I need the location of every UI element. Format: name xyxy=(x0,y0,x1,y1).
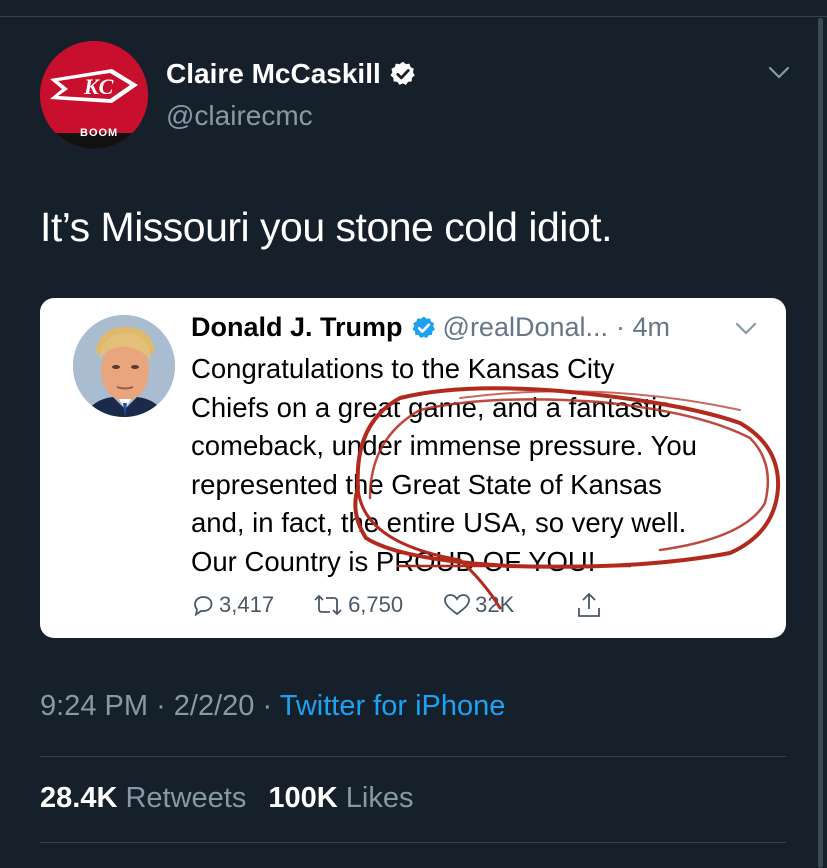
tweet-source-link[interactable]: Twitter for iPhone xyxy=(280,690,506,722)
top-divider xyxy=(0,16,827,17)
chevron-down-icon[interactable] xyxy=(768,66,790,80)
reply-button[interactable]: 3,417 xyxy=(191,592,274,618)
like-button[interactable]: 32K xyxy=(443,592,514,618)
divider xyxy=(40,756,786,757)
tweet-text: It’s Missouri you stone cold idiot. xyxy=(40,204,612,250)
quoted-text-line: Congratulations to the Kansas City xyxy=(191,353,615,384)
meta-separator: · xyxy=(156,690,166,722)
tweet-date: 2/2/20 xyxy=(173,690,255,722)
author-name-row[interactable]: Claire McCaskill xyxy=(166,58,417,90)
likes-count: 100K xyxy=(268,782,338,814)
tweet-metadata: 9:24 PM · 2/2/20 · Twitter for iPhone xyxy=(40,690,505,723)
quoted-text-line: and, in fact, the entire USA, so very we… xyxy=(191,507,687,538)
reply-icon xyxy=(194,596,213,617)
like-count: 32K xyxy=(475,592,515,617)
retweet-icon xyxy=(314,594,342,616)
tweet-time: 9:24 PM xyxy=(40,690,148,722)
quoted-text-line: Chiefs on a great game, and a fantastic xyxy=(191,391,672,423)
likes-label: Likes xyxy=(345,782,414,814)
meta-separator: · xyxy=(262,690,273,722)
quoted-author-avatar xyxy=(73,315,175,417)
quoted-action-bar: 3,417 6,750 32K xyxy=(191,591,606,619)
quoted-author-name[interactable]: Donald J. Trump xyxy=(191,312,403,343)
scrollbar[interactable] xyxy=(818,18,823,868)
retweets-label: Retweets xyxy=(125,782,247,814)
retweets-stat[interactable]: 28.4K Retweets xyxy=(40,782,254,814)
avatar-caption: BOOM xyxy=(80,127,119,139)
retweet-count: 6,750 xyxy=(348,592,404,617)
author-avatar[interactable]: KC BOOM xyxy=(40,41,148,149)
divider xyxy=(40,842,786,843)
quoted-text-line: Our Country is PROUD OF YOU! xyxy=(191,545,596,577)
author-handle[interactable]: @clairecmc xyxy=(166,100,313,132)
quoted-text-line: comeback, under immense pressure. You xyxy=(191,430,697,461)
reply-count: 3,417 xyxy=(219,592,275,617)
verified-badge-icon xyxy=(390,61,415,85)
quoted-header[interactable]: Donald J. Trump @realDonal... · 4m xyxy=(191,312,670,343)
quoted-tweet-text: Congratulations to the Kansas City Chief… xyxy=(191,350,761,581)
share-button[interactable] xyxy=(576,591,606,619)
portrait-icon xyxy=(73,315,175,417)
chevron-down-icon[interactable] xyxy=(735,322,757,336)
like-icon xyxy=(444,594,471,616)
retweet-button[interactable]: 6,750 xyxy=(312,592,403,618)
quoted-author-handle[interactable]: @realDonal... xyxy=(443,312,608,343)
share-icon xyxy=(578,592,601,617)
likes-stat[interactable]: 100K Likes xyxy=(268,782,413,814)
quoted-text-line: represented the Great State of Kansas xyxy=(191,468,662,500)
quoted-timestamp[interactable]: · 4m xyxy=(616,312,670,343)
engagement-stats: 28.4K Retweets 100K Likes xyxy=(40,782,414,815)
retweets-count: 28.4K xyxy=(40,782,118,814)
verified-badge-icon xyxy=(411,316,435,338)
svg-text:KC: KC xyxy=(83,74,114,99)
author-name[interactable]: Claire McCaskill xyxy=(166,58,381,90)
quoted-tweet-card[interactable]: Donald J. Trump @realDonal... · 4m Congr… xyxy=(40,298,786,638)
